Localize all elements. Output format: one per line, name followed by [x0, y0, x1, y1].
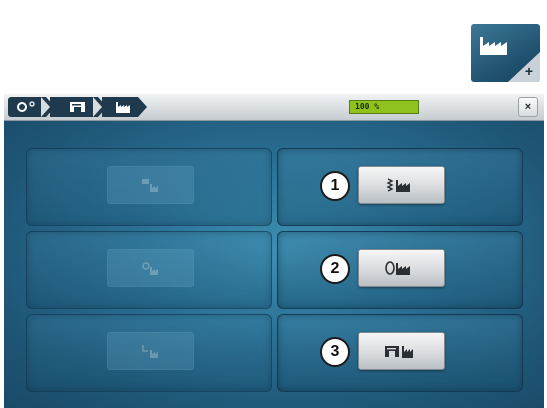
close-icon: × — [524, 101, 532, 113]
breadcrumb — [8, 97, 147, 117]
panel-right-1: 1 — [277, 148, 523, 226]
machine-reset-icon — [384, 346, 413, 358]
factory-settings-window: 100 % × 1 2 3 — [4, 94, 544, 408]
panel-left-1 — [26, 148, 272, 226]
reset-embroidery-icon — [141, 179, 158, 192]
option-number-badge: 1 — [320, 171, 350, 201]
stitch-reset-button[interactable] — [358, 166, 445, 204]
sewing-machine-icon — [70, 102, 85, 112]
panel-left-3 — [26, 314, 272, 392]
panel-right-2: 2 — [277, 231, 523, 309]
option-number-badge: 3 — [320, 337, 350, 367]
factory-icon — [116, 102, 130, 113]
disabled-reset-button-2 — [107, 249, 194, 287]
content-area: 1 2 3 — [4, 121, 544, 408]
setup-icon — [17, 101, 35, 112]
embroidery-reset-button[interactable] — [358, 249, 445, 287]
close-button[interactable]: × — [518, 97, 538, 117]
option-number-badge: 2 — [320, 254, 350, 284]
breadcrumb-setup[interactable] — [8, 97, 55, 117]
panel-left-2 — [26, 231, 272, 309]
stitch-reset-icon — [385, 178, 410, 192]
factory-icon — [480, 37, 507, 55]
progress-label: 100 % — [355, 102, 380, 111]
breadcrumb-factory[interactable] — [102, 97, 147, 117]
titlebar: 100 % × — [4, 94, 544, 121]
disabled-reset-button-3 — [107, 332, 194, 370]
plus-icon: + — [524, 63, 533, 79]
reset-all-icon — [141, 262, 158, 275]
breadcrumb-machine[interactable] — [50, 97, 107, 117]
panel-right-3: 3 — [277, 314, 523, 392]
machine-reset-button[interactable] — [358, 332, 445, 370]
reset-user-icon — [141, 345, 158, 358]
embroidery-reset-icon — [384, 261, 410, 275]
progress-bar: 100 % — [349, 100, 419, 114]
factory-reset-tile: + — [471, 24, 540, 82]
disabled-reset-button-1 — [107, 166, 194, 204]
